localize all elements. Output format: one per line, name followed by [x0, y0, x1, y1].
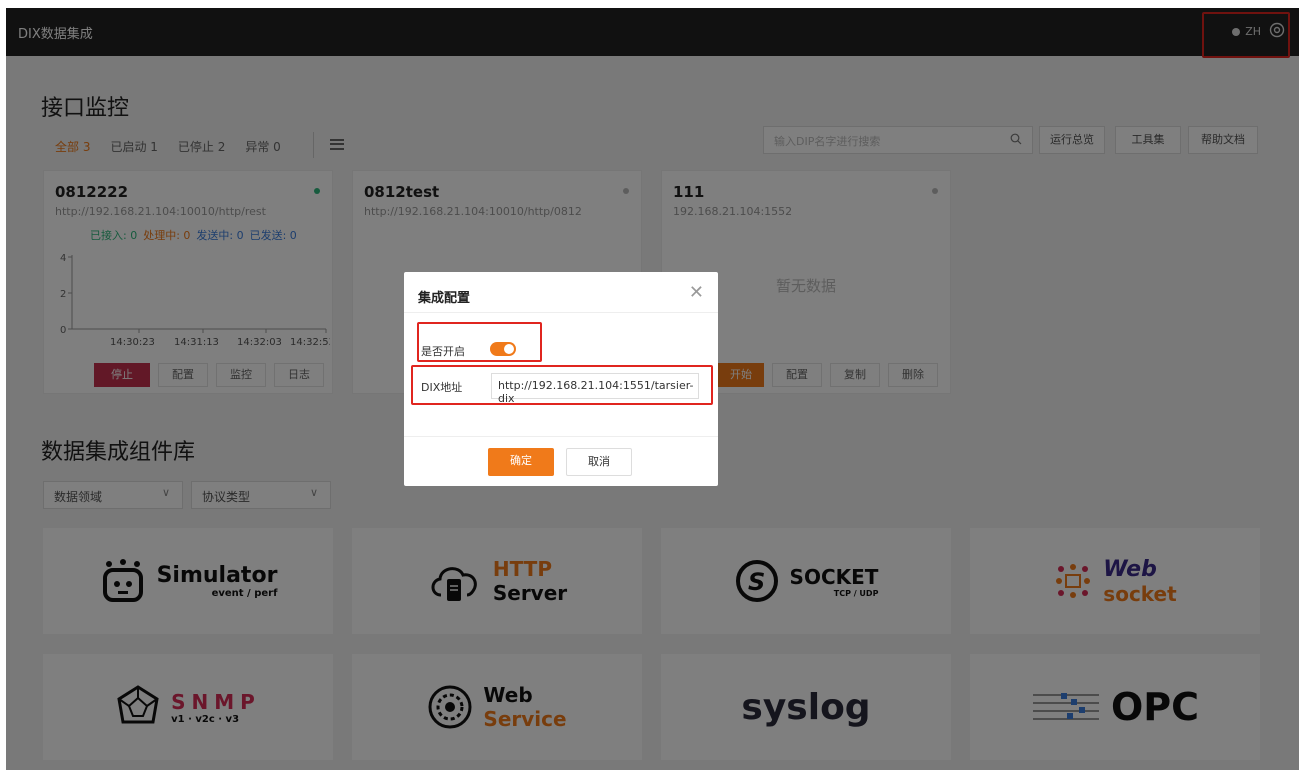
highlight-enable-row	[417, 322, 542, 362]
dialog-divider	[404, 312, 718, 313]
cancel-button[interactable]: 取消	[566, 448, 632, 476]
dialog-title: 集成配置	[418, 291, 471, 306]
confirm-button[interactable]: 确定	[488, 448, 554, 476]
highlight-address-row	[411, 365, 713, 405]
app-frame: DIX数据集成 ZH 接口监控 全部 3 已启动 1 已停止 2 异常 0 输入…	[6, 8, 1299, 770]
close-icon[interactable]: ✕	[689, 282, 704, 303]
dialog-divider	[404, 436, 718, 437]
